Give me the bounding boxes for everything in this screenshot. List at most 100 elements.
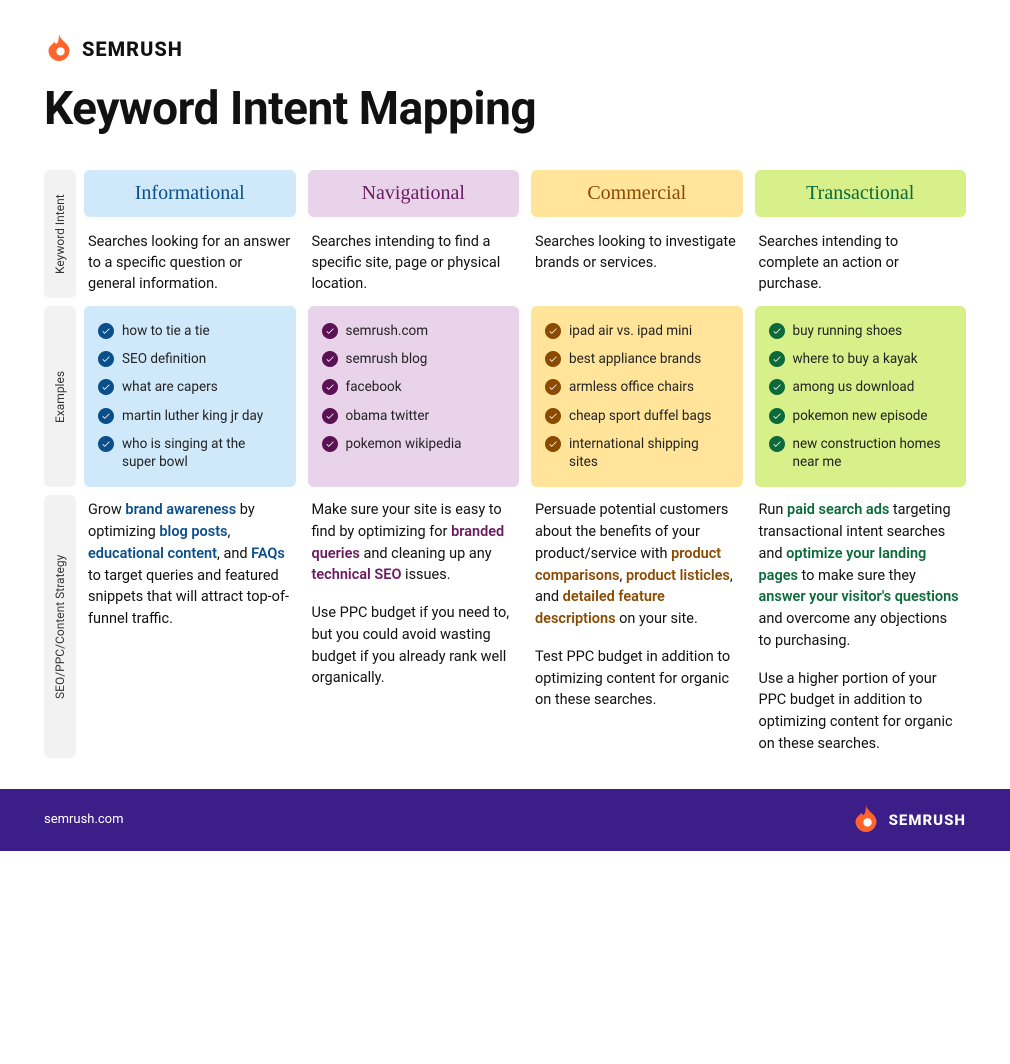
highlight: educational content: [88, 545, 217, 562]
example-text: where to buy a kayak: [793, 350, 918, 368]
check-icon: [98, 323, 114, 339]
example-text: cheap sport duffel bags: [569, 407, 711, 425]
example-item: what are capers: [98, 378, 282, 396]
intent-description: Searches intending to complete an action…: [755, 225, 967, 298]
intent-header-navigational: Navigational: [308, 170, 520, 217]
flame-icon: [44, 34, 74, 64]
check-icon: [98, 408, 114, 424]
example-text: pokemon wikipedia: [346, 435, 462, 453]
check-icon: [545, 351, 561, 367]
check-icon: [545, 408, 561, 424]
example-item: obama twitter: [322, 407, 506, 425]
example-text: buy running shoes: [793, 322, 903, 340]
example-text: facebook: [346, 378, 402, 396]
brand-name: SEMRUSH: [82, 37, 183, 61]
example-item: martin luther king jr day: [98, 407, 282, 425]
highlight: blog posts: [159, 523, 227, 540]
column-informational: Informational Searches looking for an ans…: [84, 170, 296, 759]
example-text: obama twitter: [346, 407, 430, 425]
example-item: how to tie a tie: [98, 322, 282, 340]
highlight: FAQs: [251, 545, 285, 562]
check-icon: [98, 379, 114, 395]
example-item: cheap sport duffel bags: [545, 407, 729, 425]
example-item: SEO definition: [98, 350, 282, 368]
highlight: answer your visitor's questions: [759, 588, 959, 605]
brand-logo: SEMRUSH: [44, 34, 966, 64]
example-text: among us download: [793, 378, 915, 396]
highlight: optimize your landing pages: [759, 545, 927, 584]
highlight: branded queries: [312, 523, 505, 562]
check-icon: [769, 379, 785, 395]
intent-header-informational: Informational: [84, 170, 296, 217]
footer-site: semrush.com: [44, 812, 124, 827]
check-icon: [545, 323, 561, 339]
example-text: new construction homes near me: [793, 435, 953, 471]
highlight: detailed feature descriptions: [535, 588, 665, 627]
example-text: best appliance brands: [569, 350, 701, 368]
column-transactional: Transactional Searches intending to compl…: [755, 170, 967, 759]
example-item: buy running shoes: [769, 322, 953, 340]
highlight: technical SEO: [312, 566, 402, 583]
intent-description: Searches looking to investigate brands o…: [531, 225, 743, 298]
example-text: pokemon new episode: [793, 407, 928, 425]
highlight: product listicles: [626, 567, 730, 584]
intent-grid: Keyword Intent Examples SEO/PPC/Content St…: [44, 170, 966, 759]
example-item: armless office chairs: [545, 378, 729, 396]
example-text: semrush.com: [346, 322, 429, 340]
examples-list: how to tie a tie SEO definition what are c…: [84, 306, 296, 487]
intent-description: Searches looking for an answer to a spec…: [84, 225, 296, 298]
strategy-text: Run paid search ads targeting transactio…: [755, 495, 967, 758]
intent-header-commercial: Commercial: [531, 170, 743, 217]
check-icon: [769, 323, 785, 339]
example-item: where to buy a kayak: [769, 350, 953, 368]
column-navigational: Navigational Searches intending to find a…: [308, 170, 520, 759]
brand-name: SEMRUSH: [889, 811, 966, 829]
check-icon: [769, 408, 785, 424]
check-icon: [98, 436, 114, 452]
example-item: among us download: [769, 378, 953, 396]
intent-description: Searches intending to find a specific si…: [308, 225, 520, 298]
strategy-text: Grow brand awareness by optimizing blog …: [84, 495, 296, 758]
example-item: semrush blog: [322, 350, 506, 368]
check-icon: [322, 323, 338, 339]
example-item: ipad air vs. ipad mini: [545, 322, 729, 340]
examples-list: buy running shoes where to buy a kayak amo…: [755, 306, 967, 487]
row-label-examples: Examples: [44, 306, 76, 487]
example-text: ipad air vs. ipad mini: [569, 322, 692, 340]
check-icon: [322, 351, 338, 367]
example-text: international shipping sites: [569, 435, 729, 471]
example-text: martin luther king jr day: [122, 407, 263, 425]
footer-logo: SEMRUSH: [851, 805, 966, 835]
example-text: SEO definition: [122, 350, 206, 368]
footer: semrush.com SEMRUSH: [0, 789, 1010, 851]
example-text: who is singing at the super bowl: [122, 435, 282, 471]
check-icon: [322, 436, 338, 452]
example-item: best appliance brands: [545, 350, 729, 368]
example-item: new construction homes near me: [769, 435, 953, 471]
examples-list: ipad air vs. ipad mini best appliance bra…: [531, 306, 743, 487]
highlight: paid search ads: [787, 501, 889, 518]
example-text: how to tie a tie: [122, 322, 210, 340]
highlight: brand awareness: [125, 501, 236, 518]
strategy-text: Make sure your site is easy to find by o…: [308, 495, 520, 758]
example-text: semrush blog: [346, 350, 428, 368]
example-item: pokemon wikipedia: [322, 435, 506, 453]
row-label-intent: Keyword Intent: [44, 170, 76, 298]
check-icon: [98, 351, 114, 367]
check-icon: [545, 379, 561, 395]
check-icon: [769, 351, 785, 367]
example-item: who is singing at the super bowl: [98, 435, 282, 471]
examples-list: semrush.com semrush blog facebook obama twi…: [308, 306, 520, 487]
row-label-strategy: SEO/PPC/Content Strategy: [44, 495, 76, 758]
check-icon: [545, 436, 561, 452]
check-icon: [322, 408, 338, 424]
example-item: semrush.com: [322, 322, 506, 340]
example-item: international shipping sites: [545, 435, 729, 471]
strategy-text: Persuade potential customers about the b…: [531, 495, 743, 758]
check-icon: [322, 379, 338, 395]
intent-header-transactional: Transactional: [755, 170, 967, 217]
flame-icon: [851, 805, 881, 835]
example-text: what are capers: [122, 378, 218, 396]
column-commercial: Commercial Searches looking to investigat…: [531, 170, 743, 759]
page-title: Keyword Intent Mapping: [44, 82, 966, 136]
